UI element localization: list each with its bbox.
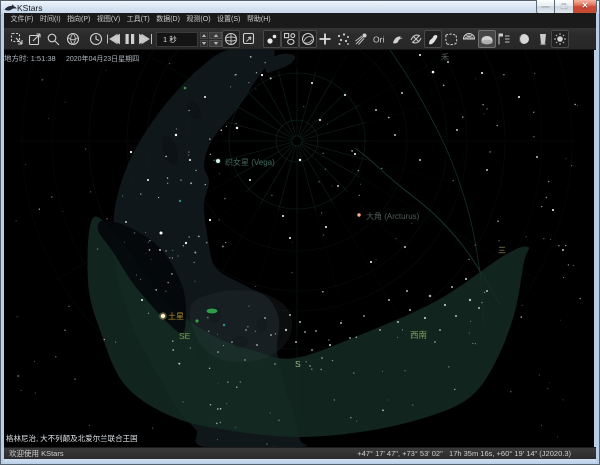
svg-text:三: 三 [498,246,506,255]
svg-text:织女星 (Vega): 织女星 (Vega) [225,157,275,167]
svg-text:2020年04月23日星期四: 2020年04月23日星期四 [66,54,139,63]
svg-text:地方时: 1:51:38: 地方时: 1:51:38 [4,53,56,63]
svg-text:西南: 西南 [410,330,427,340]
svg-text:土星: 土星 [168,311,184,321]
svg-text:S: S [295,359,301,369]
svg-text:格林尼治, 大不列颠及北爱尔兰联合王国: 格林尼治, 大不列颠及北爱尔兰联合王国 [6,433,138,443]
svg-text:Ori: Ori [373,35,384,45]
svg-text:禾: 禾 [441,53,449,62]
svg-text:SE: SE [179,331,191,341]
svg-text:大角 (Arcturus): 大角 (Arcturus) [366,211,420,221]
